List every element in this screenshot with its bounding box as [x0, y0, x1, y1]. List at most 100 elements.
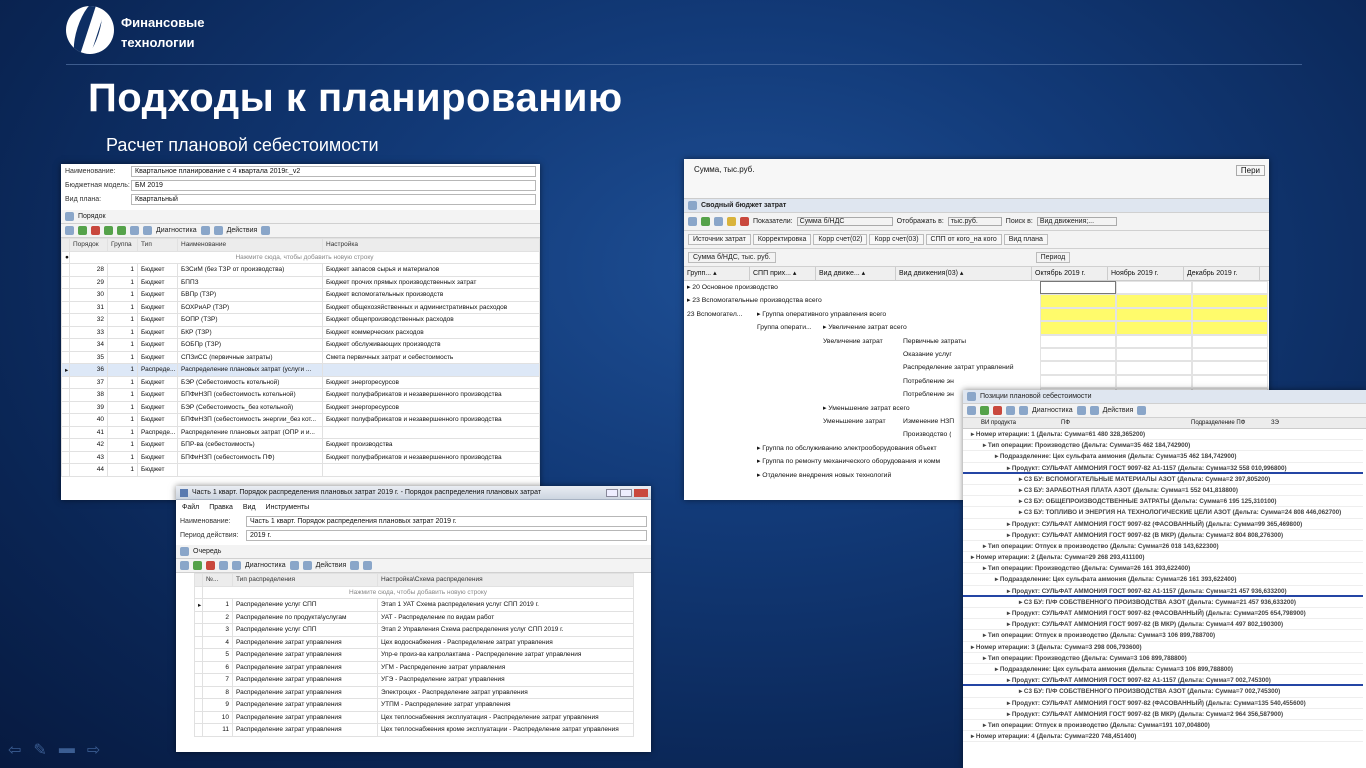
display-select[interactable]: тыс.руб.	[947, 217, 1002, 226]
group-button[interactable]: Источник затрат	[688, 234, 751, 245]
column-header[interactable]: №...	[202, 573, 233, 587]
next-icon[interactable]	[213, 226, 223, 235]
tree-row[interactable]: ▸ С3 БУ: ЗАРАБОТНАЯ ПЛАТА АЗОТ (Дельта: …	[963, 485, 1363, 497]
tree-row[interactable]: ▸ 23 Вспомогательные производства всего	[687, 294, 822, 307]
forward-icon[interactable]: ⇨	[87, 740, 100, 760]
table-row[interactable]: 2 Распределение по продукта\услугам УАТ - …	[194, 610, 634, 624]
field-value[interactable]: Часть 1 кварт. Порядок распределения пла…	[246, 515, 647, 527]
tree-row[interactable]: ▸ С3 БУ: П/Ф СОБСТВЕННОГО ПРОИЗВОДСТВА А…	[963, 686, 1363, 698]
column-header[interactable]: Подразделение ПФ	[1173, 418, 1253, 428]
table-row[interactable]: 41 1 Распреде... Распределение плановых зат…	[61, 425, 540, 439]
diagnostics-button[interactable]: Диагностика	[1032, 407, 1073, 414]
column-header[interactable]: Тип распределения	[232, 573, 378, 587]
table-row[interactable]: 35 1 Бюджет СПЗиСС (первичные затраты) Смета…	[61, 350, 540, 364]
table-row[interactable]: 29 1 Бюджет БППЗ Бюджет прочих прямых произв…	[61, 275, 540, 289]
move-up-icon[interactable]	[117, 226, 126, 235]
tree-row[interactable]: Распределение затрат управлений	[903, 361, 1014, 374]
table-row[interactable]: 3 Распределение услуг СПП Этап 2 Управлени…	[194, 623, 634, 637]
table-row[interactable]: 30 1 Бюджет БВПр (ТЗР) Бюджет вспомогательны…	[61, 288, 540, 302]
column-header[interactable]: Группа	[107, 238, 138, 252]
table-row[interactable]: 32 1 Бюджет БОПР (ТЗР) Бюджет общепроизводст…	[61, 313, 540, 327]
table-row[interactable]: 9 Распределение затрат управления УТПМ - Р…	[194, 698, 634, 712]
field-value[interactable]: Квартальный	[131, 193, 536, 205]
tree-row[interactable]: ▸ Группа оперативного управления всего	[757, 308, 886, 321]
tree-row[interactable]: ▸ Уменьшение затрат всего	[823, 402, 910, 415]
group-button[interactable]: СПП от кого_на кого	[925, 234, 1002, 245]
tree-row[interactable]: Уменьшение затрат	[823, 415, 886, 428]
new-row-hint[interactable]: Нажмите сюда, чтобы добавить новую строк…	[202, 585, 634, 599]
tree-row[interactable]: ▸ 20 Основное производство	[687, 281, 778, 294]
column-header[interactable]: Настройка	[322, 238, 540, 252]
back-icon[interactable]: ⇦	[8, 740, 21, 760]
table-row[interactable]: 6 Распределение затрат управления УГМ - Ра…	[194, 660, 634, 674]
table-row[interactable]: 40 1 Бюджет БПФиНЗП (себестоимость энергии_…	[61, 413, 540, 427]
tree-row[interactable]: Первичные затраты	[903, 335, 966, 348]
column-header[interactable]: ПФ	[1043, 418, 1173, 428]
column-header[interactable]: Групп... ▴	[684, 267, 750, 280]
diagnostics-button[interactable]: Диагностика	[156, 227, 197, 234]
table-row[interactable]: 10 Распределение затрат управления Цех теп…	[194, 710, 634, 724]
move-down-icon[interactable]	[104, 226, 113, 235]
tree-row[interactable]: ▸ Номер итерации: 3 (Дельта: Сумма=3 298…	[963, 642, 1363, 653]
tree-row[interactable]: Производство (	[903, 428, 951, 441]
save-icon[interactable]	[130, 226, 139, 235]
tree-row[interactable]: ▸ Продукт: СУЛЬФАТ АММОНИЯ ГОСТ 9097-82 …	[963, 586, 1363, 597]
tree-row[interactable]: ▸ Продукт: СУЛЬФАТ АММОНИЯ ГОСТ 9097-82 …	[963, 709, 1363, 720]
table-row[interactable]: 31 1 Бюджет БОХРиАР (ТЗР) Бюджет общехозяйст…	[61, 300, 540, 314]
table-row[interactable]: ▸ 36 1 Распреде... Распределение плановых за…	[61, 363, 540, 377]
column-header[interactable]: ЗЭ	[1253, 418, 1313, 428]
print-icon[interactable]	[143, 226, 152, 235]
add-icon[interactable]	[78, 226, 87, 235]
tree-row[interactable]: ▸ Тип операции: Производство (Дельта: Су…	[963, 653, 1363, 664]
minimize-icon[interactable]	[606, 488, 618, 497]
table-row[interactable]: ▸ 1 Распределение услуг СПП Этап 1 УАТ Схем…	[194, 598, 634, 612]
menu-item[interactable]: Вид	[243, 504, 256, 511]
tree-row[interactable]: ▸ Номер итерации: 1 (Дельта: Сумма=61 48…	[963, 429, 1363, 441]
tree-row[interactable]: ▸ Тип операции: Производство (Дельта: Су…	[963, 563, 1363, 575]
table-row[interactable]: 37 1 Бюджет БЭР (Себестоимость котельной) Бю…	[61, 375, 540, 389]
tree-row[interactable]: Оказание услуг	[903, 348, 952, 361]
tree-row[interactable]: ▸ Подразделение: Цех сульфата аммония (Д…	[963, 664, 1363, 676]
tree-row[interactable]: ▸ Продукт: СУЛЬФАТ АММОНИЯ ГОСТ 9097-82 …	[963, 519, 1363, 530]
tree-row[interactable]: ▸ Тип операции: Отпуск в производство (Д…	[963, 630, 1363, 642]
field-value[interactable]: 2019 г.	[246, 529, 647, 541]
tree-row[interactable]: 23 Вспомогател...	[687, 308, 742, 321]
tree-row[interactable]: Потребление эн	[903, 375, 954, 388]
tree-row[interactable]: ▸ Увеличение затрат всего	[823, 321, 907, 334]
tree-row[interactable]: ▸ Тип операции: Отпуск в производство (Д…	[963, 541, 1363, 553]
indicators-select[interactable]: Сумма б/НДС	[796, 217, 893, 226]
tree-row[interactable]: ▸ Подразделение: Цех сульфата аммония (Д…	[963, 451, 1363, 463]
tree-row[interactable]: ▸ С3 БУ: ТОПЛИВО И ЭНЕРГИЯ НА ТЕХНОЛОГИЧ…	[963, 507, 1363, 519]
pen-icon[interactable]: ✎	[33, 740, 46, 760]
actions-button[interactable]: Действия	[316, 562, 347, 569]
actions-button[interactable]: Действия	[227, 227, 258, 234]
tree-row[interactable]: ▸ Тип операции: Производство (Дельта: Су…	[963, 440, 1363, 452]
table-row[interactable]: 11 Распределение затрат управления Цех теп…	[194, 723, 634, 737]
table-row[interactable]: 38 1 Бюджет БПФиНЗП (себестоимость котельно…	[61, 388, 540, 402]
table-row[interactable]: 33 1 Бюджет БКР (ТЗР) Бюджет коммерческих ра…	[61, 325, 540, 339]
tree-row[interactable]: ▸ Продукт: СУЛЬФАТ АММОНИЯ ГОСТ 9097-82 …	[963, 463, 1363, 474]
settings-icon[interactable]	[261, 226, 271, 235]
column-header[interactable]: Порядок	[69, 238, 108, 252]
tree-row[interactable]: ▸ Номер итерации: 2 (Дельта: Сумма=29 26…	[963, 552, 1363, 564]
column-header[interactable]: Наименование	[177, 238, 323, 252]
field-value[interactable]: БМ 2019	[131, 179, 536, 191]
menu-icon[interactable]: ▬	[59, 740, 75, 760]
tree-row[interactable]: ▸ С3 БУ: ОБЩЕПРОИЗВОДСТВЕННЫЕ ЗАТРАТЫ (Д…	[963, 496, 1363, 508]
search-select[interactable]: Вид движения;...	[1036, 217, 1117, 226]
tree-row[interactable]: ▸ Отделение внедрения новых технологий	[757, 469, 891, 482]
column-header[interactable]: Тип	[137, 238, 178, 252]
tree-row[interactable]: ▸ Продукт: СУЛЬФАТ АММОНИЯ ГОСТ 9097-82 …	[963, 619, 1363, 631]
close-icon[interactable]	[634, 488, 648, 497]
table-row[interactable]: 8 Распределение затрат управления Электроц…	[194, 685, 634, 699]
actions-button[interactable]: Действия	[1103, 407, 1134, 414]
menu-item[interactable]: Инструменты	[266, 504, 310, 511]
table-row[interactable]: 7 Распределение затрат управления УГЭ - Ра…	[194, 673, 634, 687]
tree-row[interactable]: ▸ Продукт: СУЛЬФАТ АММОНИЯ ГОСТ 9097-82 …	[963, 530, 1363, 541]
tree-row[interactable]: Потребление эн	[903, 388, 954, 401]
table-row[interactable]: 34 1 Бюджет БОБПр (ТЗР) Бюджет обслуживающих…	[61, 338, 540, 352]
prev-icon[interactable]	[200, 226, 210, 235]
column-header[interactable]: Вид движения(03) ▴	[896, 267, 1032, 280]
column-header[interactable]: Вид движе... ▴	[816, 267, 896, 280]
tree-row[interactable]: ▸ Номер итерации: 4 (Дельта: Сумма=220 7…	[963, 731, 1363, 743]
